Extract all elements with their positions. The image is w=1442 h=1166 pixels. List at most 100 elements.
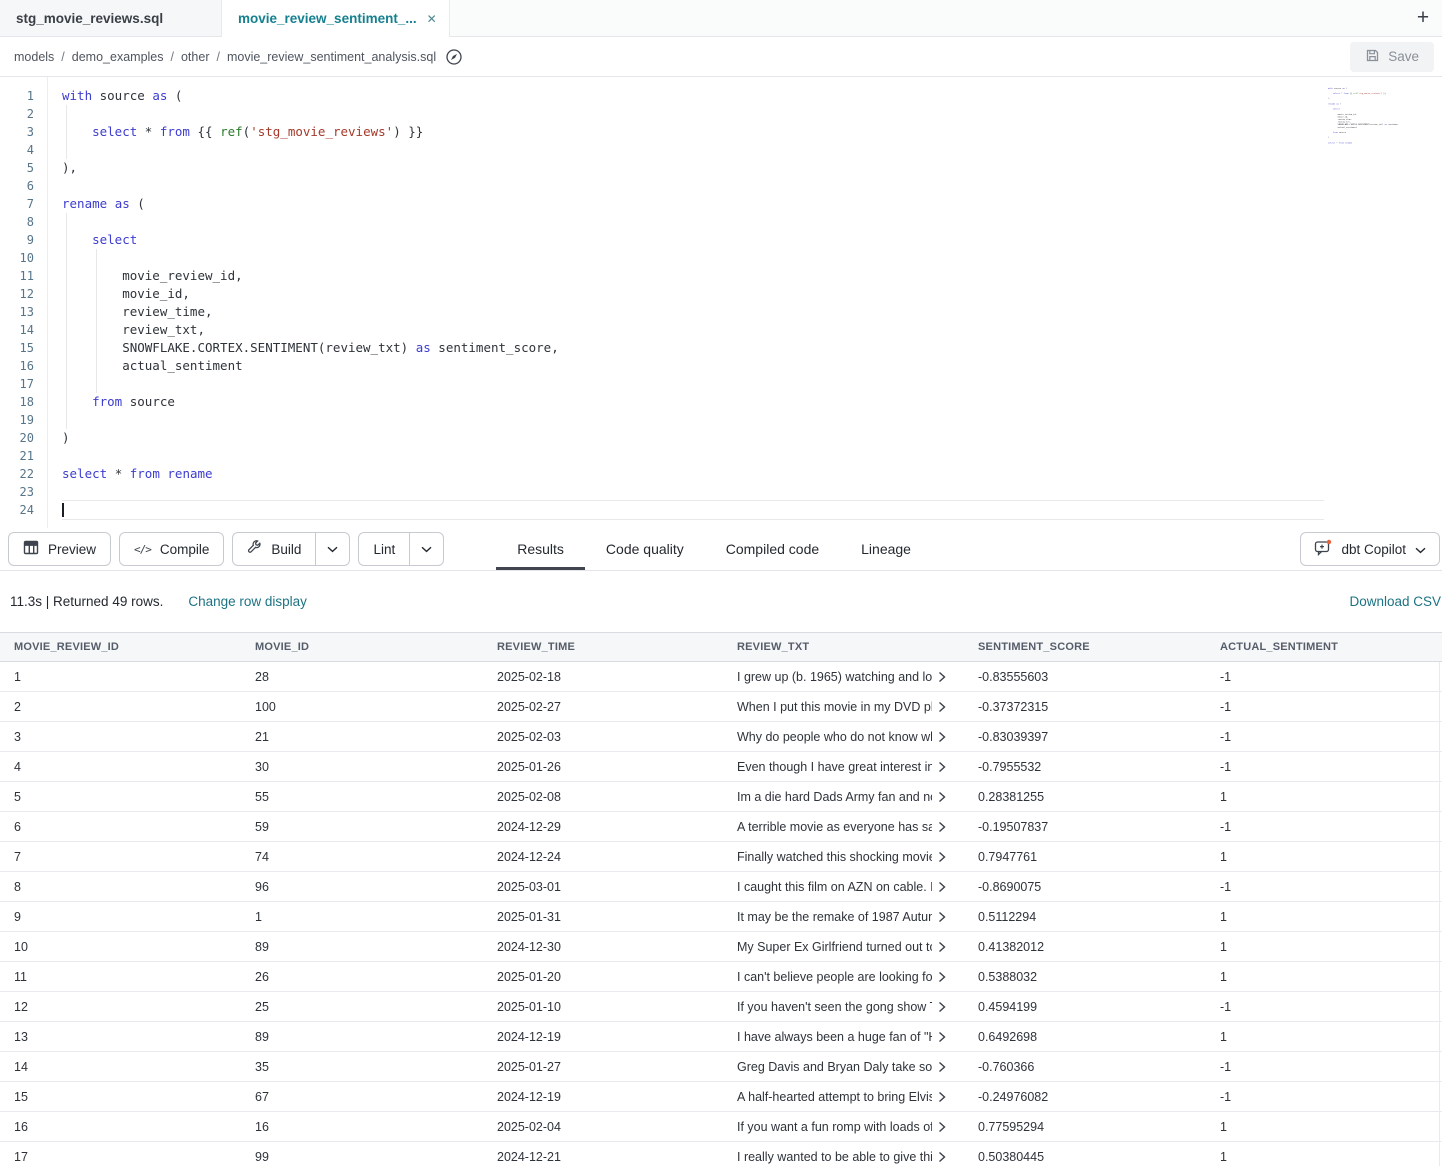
expand-cell-icon[interactable] <box>938 1121 946 1133</box>
breadcrumb-part[interactable]: other <box>181 50 210 64</box>
movie-id-cell: 89 <box>241 940 483 954</box>
preview-button[interactable]: Preview <box>8 532 111 566</box>
sentiment-score-cell: -0.7955532 <box>964 760 1206 774</box>
movie-review-id-cell: 6 <box>0 820 241 834</box>
expand-cell-icon[interactable] <box>938 1001 946 1013</box>
actual-sentiment-cell: -1 <box>1206 1000 1442 1014</box>
expand-cell-icon[interactable] <box>938 821 946 833</box>
column-header-movie-review-id[interactable]: MOVIE_REVIEW_ID <box>0 641 241 653</box>
review-txt-cell: My Super Ex Girlfriend turned out to b… <box>723 940 964 954</box>
expand-cell-icon[interactable] <box>938 701 946 713</box>
code-line[interactable]: actual_sentiment <box>62 357 1442 375</box>
code-line[interactable]: review_time, <box>62 303 1442 321</box>
expand-cell-icon[interactable] <box>938 1061 946 1073</box>
review-time-cell: 2024-12-19 <box>483 1030 723 1044</box>
compass-icon[interactable] <box>445 48 463 66</box>
code-line[interactable]: ), <box>62 159 1442 177</box>
code-line[interactable]: SNOWFLAKE.CORTEX.SENTIMENT(review_txt) a… <box>62 339 1442 357</box>
copilot-button-label: dbt Copilot <box>1341 542 1406 557</box>
build-button[interactable]: Build <box>233 533 316 565</box>
lint-dropdown-button[interactable] <box>410 533 443 565</box>
review-txt-cell: If you want a fun romp with loads of s… <box>723 1120 964 1134</box>
expand-cell-icon[interactable] <box>938 731 946 743</box>
tab-lineage[interactable]: Lineage <box>840 528 932 570</box>
code-line[interactable]: movie_id, <box>62 285 1442 303</box>
expand-cell-icon[interactable] <box>938 1091 946 1103</box>
expand-cell-icon[interactable] <box>938 1151 946 1163</box>
expand-cell-icon[interactable] <box>938 761 946 773</box>
sentiment-score-cell: -0.8690075 <box>964 880 1206 894</box>
compile-button[interactable]: </> Compile <box>119 532 224 566</box>
code-line[interactable] <box>1328 147 1398 149</box>
column-header-review-time[interactable]: REVIEW_TIME <box>483 641 723 653</box>
code-line[interactable]: with source as ( <box>62 87 1442 105</box>
review-txt-cell: A terrible movie as everyone has said. … <box>723 820 964 834</box>
breadcrumb-part[interactable]: demo_examples <box>72 50 164 64</box>
download-csv-link[interactable]: Download CSV <box>1349 594 1441 609</box>
tab-movie-review-sentiment[interactable]: movie_review_sentiment_... ✕ <box>222 0 450 37</box>
review-txt-cell: I grew up (b. 1965) watching and lovin… <box>723 670 964 684</box>
table-row: 1282025-02-18I grew up (b. 1965) watchin… <box>0 662 1442 692</box>
column-header-movie-id[interactable]: MOVIE_ID <box>241 641 483 653</box>
review-txt-cell: If you haven't seen the gong show TV s… <box>723 1000 964 1014</box>
expand-cell-icon[interactable] <box>938 791 946 803</box>
expand-cell-icon[interactable] <box>938 671 946 683</box>
code-line[interactable]: movie_review_id, <box>62 267 1442 285</box>
expand-cell-icon[interactable] <box>938 851 946 863</box>
change-row-display-link[interactable]: Change row display <box>188 594 307 609</box>
preview-button-label: Preview <box>48 542 96 557</box>
breadcrumb-part[interactable]: models <box>14 50 54 64</box>
code-line[interactable]: rename as ( <box>62 195 1442 213</box>
save-button[interactable]: Save <box>1350 42 1434 72</box>
code-line[interactable] <box>62 105 1442 123</box>
review-time-cell: 2025-02-08 <box>483 790 723 804</box>
movie-id-cell: 16 <box>241 1120 483 1134</box>
movie-id-cell: 1 <box>241 910 483 924</box>
actual-sentiment-cell: -1 <box>1206 880 1442 894</box>
dbt-copilot-button[interactable]: dbt Copilot <box>1300 532 1440 566</box>
code-line[interactable] <box>62 249 1442 267</box>
code-line[interactable] <box>62 375 1442 393</box>
new-tab-button[interactable]: + <box>1404 0 1442 36</box>
column-header-actual-sentiment[interactable]: ACTUAL_SENTIMENT <box>1206 641 1442 653</box>
review-txt-cell: Finally watched this shocking movie la… <box>723 850 964 864</box>
code-line[interactable] <box>62 501 1324 519</box>
column-header-sentiment-score[interactable]: SENTIMENT_SCORE <box>964 641 1206 653</box>
tab-stg-movie-reviews[interactable]: stg_movie_reviews.sql <box>0 0 222 36</box>
code-line[interactable]: select * from {{ ref('stg_movie_reviews'… <box>62 123 1442 141</box>
table-row: 6592024-12-29A terrible movie as everyon… <box>0 812 1442 842</box>
close-tab-icon[interactable]: ✕ <box>427 12 437 26</box>
code-line[interactable]: select <box>62 231 1442 249</box>
breadcrumb-part: movie_review_sentiment_analysis.sql <box>227 50 436 64</box>
table-row: 4302025-01-26Even though I have great in… <box>0 752 1442 782</box>
code-line[interactable]: from source <box>62 393 1442 411</box>
build-dropdown-button[interactable] <box>316 533 349 565</box>
code-line[interactable]: select * from rename <box>62 465 1442 483</box>
expand-cell-icon[interactable] <box>938 1031 946 1043</box>
code-line[interactable] <box>62 483 1442 501</box>
expand-cell-icon[interactable] <box>938 971 946 983</box>
tab-compiled-code[interactable]: Compiled code <box>705 528 840 570</box>
movie-review-id-cell: 7 <box>0 850 241 864</box>
tab-code-quality[interactable]: Code quality <box>585 528 705 570</box>
code-line[interactable] <box>62 411 1442 429</box>
code-line[interactable]: review_txt, <box>62 321 1442 339</box>
tab-results[interactable]: Results <box>496 528 585 570</box>
code-line[interactable] <box>62 177 1442 195</box>
expand-cell-icon[interactable] <box>938 911 946 923</box>
results-tab-strip: ResultsCode qualityCompiled codeLineage <box>496 528 932 570</box>
expand-cell-icon[interactable] <box>938 941 946 953</box>
lint-button[interactable]: Lint <box>359 533 410 565</box>
code-line[interactable]: ) <box>62 429 1442 447</box>
code-line[interactable] <box>62 447 1442 465</box>
code-content[interactable]: with source as ( select * from {{ ref('s… <box>62 87 1442 519</box>
tab-label: movie_review_sentiment_... <box>238 11 417 26</box>
sql-code-editor[interactable]: 123456789101112131415161718192021222324 … <box>0 77 1442 528</box>
expand-cell-icon[interactable] <box>938 881 946 893</box>
review-txt-value: If you haven't seen the gong show TV s… <box>737 1000 932 1014</box>
column-header-review-txt[interactable]: REVIEW_TXT <box>723 641 964 653</box>
build-split-button: Build <box>232 532 350 566</box>
code-line[interactable] <box>62 213 1442 231</box>
code-line[interactable] <box>62 141 1442 159</box>
editor-minimap[interactable]: with source as ( select * from {{ ref('s… <box>1328 87 1398 149</box>
